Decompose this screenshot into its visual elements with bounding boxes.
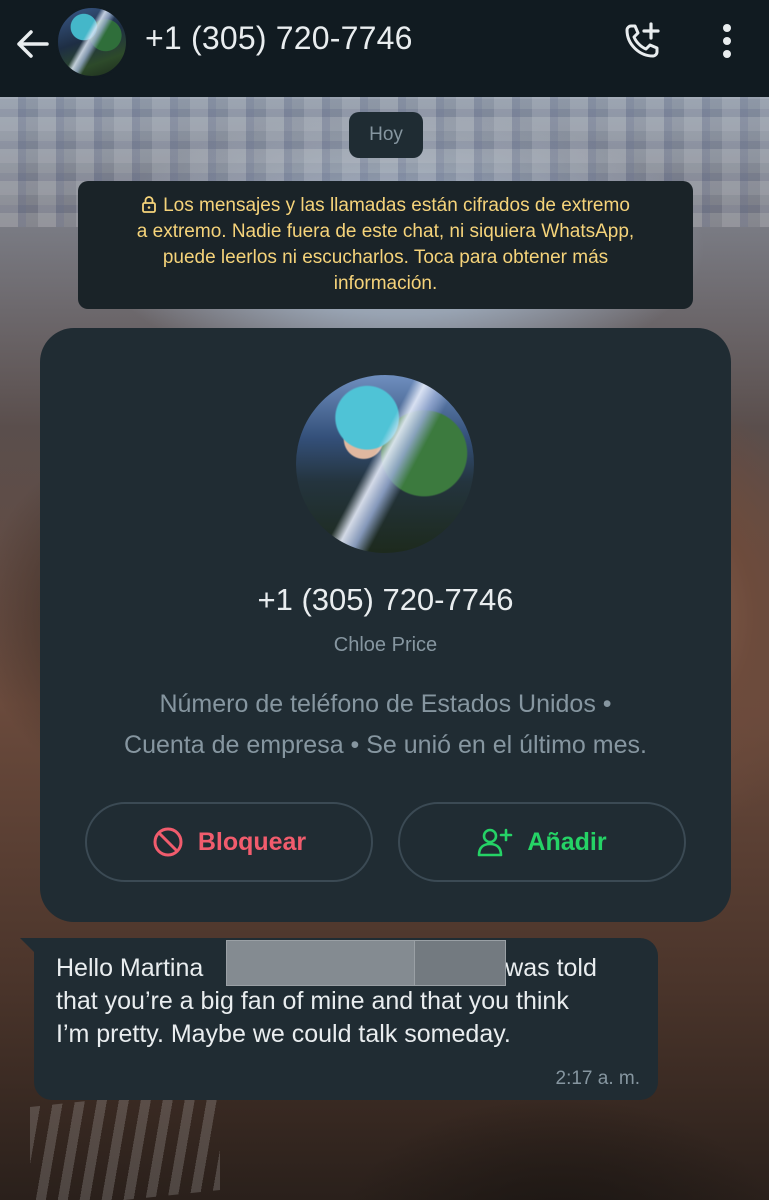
contact-phone-number: +1 (305) 720-7746 [257,582,514,617]
add-button-label: Añadir [527,827,607,856]
encryption-notice-line: Los mensajes y las llamadas están cifrad… [98,193,673,219]
contact-details-line-1: Número de teléfono de Estados Unidos • [159,690,612,718]
more-vertical-icon [723,24,731,58]
contact-title[interactable]: +1 (305) 720-7746 [145,20,413,57]
message-line-1-end: I was told [491,954,597,982]
encryption-text-1: Los mensajes y las llamadas están cifrad… [163,195,630,216]
block-button-label: Bloquear [197,827,307,856]
lock-icon [142,196,157,213]
date-chip: Hoy [349,112,423,158]
more-options-button[interactable] [706,18,748,64]
contact-details-line-2: Cuenta de empresa • Se unió en el último… [124,731,647,759]
redaction-block [226,940,416,986]
wallpaper-shirt-print [30,1087,220,1200]
add-person-icon [478,828,513,857]
contact-display-name: Chloe Price [333,634,438,656]
chat-header: +1 (305) 720-7746 [0,0,769,97]
contact-avatar[interactable] [56,6,128,78]
incoming-message[interactable]: Hello Martina I was told that you’re a bi… [34,938,658,1100]
encryption-text-4: información. [333,273,438,294]
arrow-left-icon [17,30,49,58]
encryption-notice[interactable]: Los mensajes y las llamadas están cifrad… [78,181,693,309]
contact-card-avatar[interactable] [296,375,474,553]
block-button[interactable]: Bloquear [85,802,373,882]
message-line-2: that you’re a big fan of mine and that y… [56,987,569,1015]
contact-info-card: +1 (305) 720-7746 Chloe Price Número de … [40,328,731,922]
redaction-block [414,940,506,986]
message-timestamp: 2:17 a. m. [555,1068,641,1089]
chat-screen: +1 (305) 720-7746 Hoy Los mensajes y las… [0,0,769,1200]
contact-details: Número de teléfono de Estados Unidos • C… [80,684,691,766]
block-icon [153,827,183,857]
back-button[interactable] [12,24,52,64]
add-call-icon [625,22,660,58]
add-contact-button[interactable]: Añadir [398,802,686,882]
message-line-3: I’m pretty. Maybe we could talk someday. [56,1020,511,1048]
add-call-button[interactable] [618,18,668,64]
encryption-text-3: puede leerlos ni escucharlos. Toca para … [162,247,609,268]
message-line-1-start: Hello Martina [56,954,204,982]
encryption-text-2: a extremo. Nadie fuera de este chat, ni … [136,221,635,242]
